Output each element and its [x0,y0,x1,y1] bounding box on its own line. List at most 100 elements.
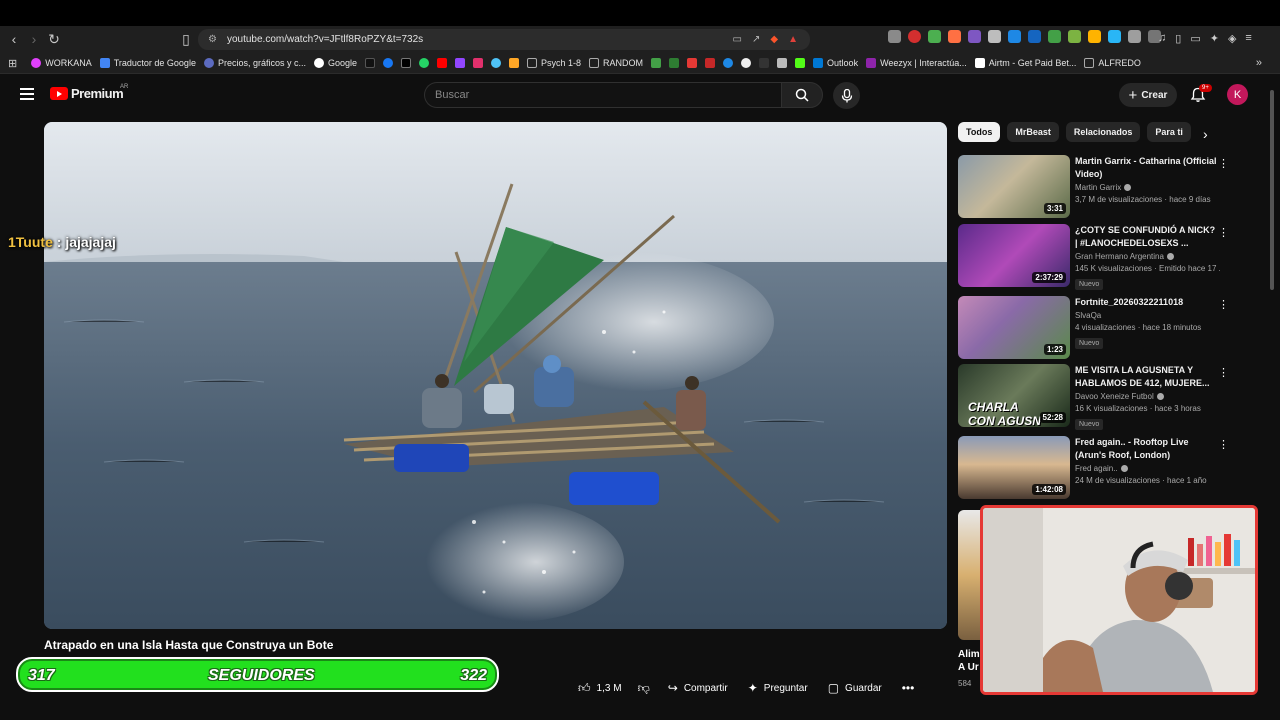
video-thumbnail[interactable]: 1:42:08 [958,436,1070,499]
chips-next-icon[interactable]: › [1203,126,1208,142]
bookmark-translate[interactable]: Traductor de Google [99,58,196,68]
channel-name[interactable]: Davoo Xeneize Futbol [1075,392,1220,401]
search-button[interactable] [781,82,823,108]
extension-icon[interactable] [968,30,981,43]
recommendation-item[interactable]: 1:42:08 Fred again.. - Rooftop Live (Aru… [958,436,1229,500]
browser-menu-icon[interactable]: ≡ [1245,32,1251,45]
bookmark-site[interactable] [509,58,520,68]
bookmark-site[interactable] [741,58,752,68]
video-player[interactable] [44,122,947,629]
bookmark-airtm[interactable]: Airtm - Get Paid Bet... [974,58,1076,68]
more-options-icon[interactable]: ⋮ [1218,226,1229,239]
media-icon[interactable]: ♫ [1158,32,1166,45]
bookmark-site[interactable] [723,58,734,68]
bookmark-workana[interactable]: WORKANA [31,58,92,68]
more-bookmarks-icon[interactable]: » [1256,57,1262,69]
extension-icon[interactable] [1028,30,1041,43]
back-icon[interactable]: ‹ [4,29,24,49]
more-options-icon[interactable]: ⋮ [1218,157,1229,170]
extension-icon[interactable] [908,30,921,43]
ask-button[interactable]: ✦ Preguntar [748,678,808,698]
bookmark-tiktok[interactable] [365,58,376,68]
cast-icon[interactable]: ▭ [733,34,742,45]
chip-todos[interactable]: Todos [958,122,1001,142]
extension-icon[interactable] [988,30,1001,43]
rewards-icon[interactable]: ▲ [788,34,798,45]
hamburger-menu-icon[interactable] [20,88,34,100]
chip-mrbeast[interactable]: MrBeast [1007,122,1059,142]
bookmark-kick[interactable] [795,58,806,68]
bookmark-instagram[interactable] [473,58,484,68]
bookmark-alfredo[interactable]: ALFREDO [1084,58,1141,68]
recommendation-item[interactable]: 2:37:29 ¿COTY SE CONFUNDIÓ A NICK? | #LA… [958,224,1229,290]
video-thumbnail[interactable] [958,510,982,640]
channel-name[interactable]: Fred again.. [1075,464,1220,473]
forward-icon[interactable]: › [24,29,44,49]
bookmark-site[interactable] [651,58,662,68]
bookmark-site[interactable] [669,58,680,68]
bookmark-youtube[interactable] [437,58,448,68]
scrollbar-thumb[interactable] [1270,90,1274,290]
channel-name[interactable]: Gran Hermano Argentina [1075,252,1220,261]
extension-icon[interactable] [1008,30,1021,43]
bookmark-page-icon[interactable]: ▯ [176,29,196,49]
leo-icon[interactable]: ✦ [1210,32,1219,45]
bookmark-random[interactable]: RANDOM [589,58,643,68]
bookmark-site[interactable] [759,58,770,68]
dislike-button[interactable]: 👎︎ [638,678,650,698]
account-avatar[interactable]: K [1227,84,1248,105]
bookmark-prices[interactable]: Precios, gráficos y c... [203,58,306,68]
bookmark-whatsapp[interactable] [419,58,430,68]
chip-relacionados[interactable]: Relacionados [1065,122,1141,142]
bookmark-weezyx[interactable]: Weezyx | Interactúa... [866,58,967,68]
create-button[interactable]: + Crear [1119,83,1177,107]
search-input[interactable] [435,89,781,101]
video-thumbnail[interactable]: CHARLA CON AGUSN 52:28 [958,364,1070,427]
extension-icon[interactable] [888,30,901,43]
reload-icon[interactable]: ↻ [44,29,64,49]
video-thumbnail[interactable]: 3:31 [958,155,1070,218]
extension-icon[interactable] [1068,30,1081,43]
sidebar-icon[interactable]: ▯ [1175,32,1181,45]
bookmark-psych[interactable]: Psych 1-8 [527,58,581,68]
youtube-logo[interactable]: Premium AR [50,84,128,101]
recommendation-item[interactable]: CHARLA CON AGUSN 52:28 ME VISITA LA AGUSN… [958,364,1229,430]
more-options-icon[interactable]: ⋮ [1218,366,1229,379]
recommendation-title[interactable]: Fortnite_20260322211018 [1075,296,1220,309]
bookmark-outlook[interactable]: Outlook [813,58,858,68]
extension-icon[interactable] [1088,30,1101,43]
site-info-icon[interactable]: ⚙ [208,34,217,45]
address-bar[interactable]: ⚙ youtube.com/watch?v=JFtlf8RoPZY&t=732s… [198,29,810,50]
bookmark-site[interactable] [777,58,788,68]
like-button[interactable]: 👍︎ 1,3 M [578,678,622,698]
bookmark-site[interactable] [705,58,716,68]
brave-shield-icon[interactable]: ◆ [770,34,778,45]
bookmark-twitch[interactable] [455,58,466,68]
more-options-icon[interactable]: ⋮ [1218,298,1229,311]
more-actions-button[interactable]: ••• [902,678,915,698]
extension-icon[interactable] [1108,30,1121,43]
recommendation-title[interactable]: ¿COTY SE CONFUNDIÓ A NICK? | #LANOCHEDEL… [1075,224,1220,250]
channel-name[interactable]: SlvaQa [1075,311,1220,320]
chip-para-ti[interactable]: Para ti [1147,122,1191,142]
recommendation-title[interactable]: ME VISITA LA AGUSNETA Y HABLAMOS DE 412,… [1075,364,1220,390]
extension-icon[interactable] [928,30,941,43]
share-button[interactable]: ↪ Compartir [668,678,728,698]
save-button[interactable]: ▢ Guardar [828,678,882,698]
video-thumbnail[interactable]: 2:37:29 [958,224,1070,287]
extension-icon[interactable] [948,30,961,43]
bookmark-x[interactable] [401,58,412,68]
recommendation-title[interactable]: Fred again.. - Rooftop Live (Arun's Roof… [1075,436,1220,462]
recommendation-title[interactable]: Martin Garrix - Catharina (Official Vide… [1075,155,1220,181]
voice-search-button[interactable] [833,82,860,109]
extension-icon[interactable] [1048,30,1061,43]
page-scrollbar[interactable] [1269,80,1275,690]
extensions-puzzle-icon[interactable] [1128,30,1141,43]
bookmark-site[interactable] [491,58,502,68]
video-thumbnail[interactable]: 1:23 [958,296,1070,359]
apps-grid-icon[interactable]: ⊞ [8,57,17,70]
bookmark-google[interactable]: Google [313,58,357,68]
bookmark-facebook[interactable] [383,58,394,68]
channel-name[interactable]: Martin Garrix [1075,183,1220,192]
recommendation-item[interactable]: 1:23 Fortnite_20260322211018 SlvaQa 4 vi… [958,296,1229,360]
